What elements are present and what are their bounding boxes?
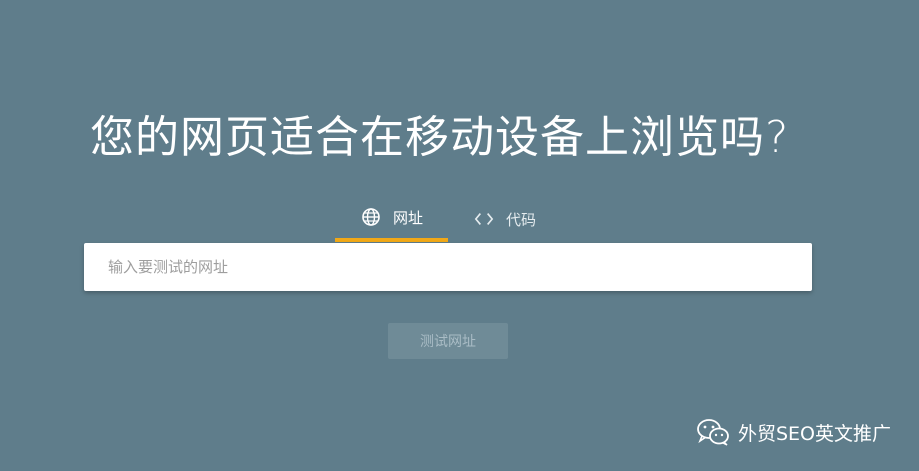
page-title: 您的网页适合在移动设备上浏览吗? [90,112,790,163]
wechat-icon [696,417,730,447]
url-input-card [84,243,812,291]
tab-url[interactable]: 网址 [335,200,448,242]
tab-url-label: 网址 [393,208,424,227]
url-input[interactable] [84,243,812,291]
watermark-text: 外贸SEO英文推广 [737,422,891,445]
globe-icon [361,207,381,227]
watermark: 外贸SEO英文推广 [696,417,891,447]
tab-code-label: 代码 [506,210,537,229]
code-brackets-icon [474,209,494,229]
input-mode-tabs: 网址 代码 [335,200,560,242]
test-url-button[interactable]: 测试网址 [388,323,508,359]
tab-code[interactable]: 代码 [448,200,560,238]
